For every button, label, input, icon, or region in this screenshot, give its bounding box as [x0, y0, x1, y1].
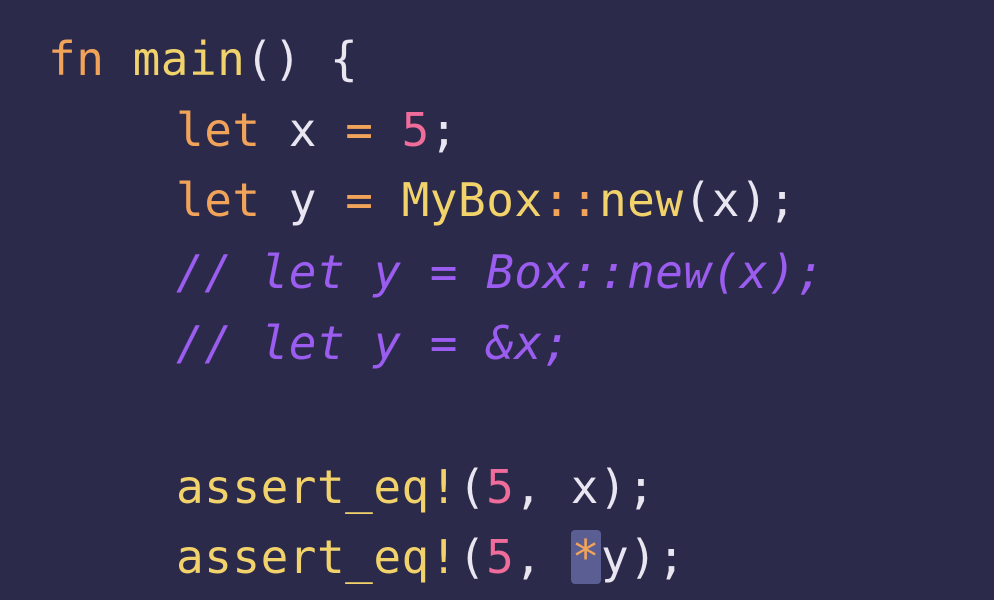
code-line-7[interactable]: assert_eq!(5, x); [176, 452, 655, 522]
argument-x: x [711, 173, 740, 227]
comma: , [514, 460, 543, 514]
open-paren: ( [683, 173, 712, 227]
semicolon: ; [429, 103, 459, 157]
variable-y: y [288, 173, 317, 227]
parens: () [245, 32, 302, 86]
code-line-4[interactable]: // let y = Box::new(x); [176, 237, 824, 307]
code-line-1[interactable]: fn main() { [48, 24, 358, 94]
number-literal: 5 [486, 530, 515, 584]
open-brace: { [329, 32, 359, 86]
comment: // let y = &x; [176, 316, 571, 370]
variable-x: x [288, 103, 317, 157]
assign-operator: = [345, 173, 374, 227]
open-paren: ( [457, 460, 487, 514]
argument-x: x [570, 460, 599, 514]
semicolon: ; [627, 460, 656, 514]
function-new: new [598, 173, 684, 227]
keyword-fn: fn [48, 32, 105, 86]
code-line-3[interactable]: let y = MyBox::new(x); [176, 165, 796, 235]
deref-operator-cursor[interactable]: * [570, 530, 601, 584]
code-line-5[interactable]: // let y = &x; [176, 308, 571, 378]
keyword-let: let [176, 173, 261, 227]
semicolon: ; [657, 530, 686, 584]
close-paren: ) [739, 173, 769, 227]
close-paren: ) [629, 530, 658, 584]
argument-y: y [600, 530, 630, 584]
type-mybox: MyBox [401, 173, 543, 227]
assign-operator: = [345, 103, 374, 157]
code-editor[interactable]: fn main() { let x = 5; let y = MyBox::ne… [0, 0, 994, 600]
number-literal: 5 [486, 460, 515, 514]
macro-assert-eq: assert_eq! [176, 530, 458, 584]
number-literal: 5 [401, 103, 430, 157]
code-line-2[interactable]: let x = 5; [176, 95, 458, 165]
comma: , [514, 530, 543, 584]
semicolon: ; [768, 173, 797, 227]
open-paren: ( [457, 530, 487, 584]
macro-assert-eq: assert_eq! [176, 460, 458, 514]
close-paren: ) [598, 460, 628, 514]
comment: // let y = Box::new(x); [176, 245, 825, 299]
keyword-let: let [176, 103, 261, 157]
code-line-8[interactable]: assert_eq!(5, *y); [176, 522, 686, 592]
function-name-main: main [132, 32, 246, 86]
path-separator: :: [542, 173, 599, 227]
